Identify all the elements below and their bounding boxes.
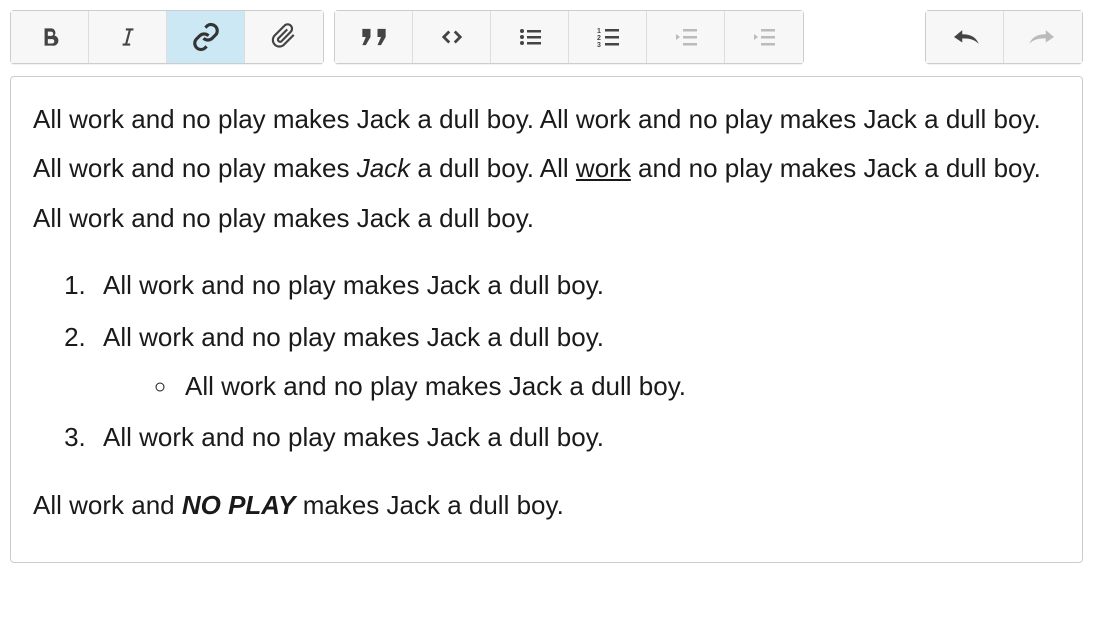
italic-text: Jack	[357, 153, 410, 183]
text-segment: a dull boy. All	[410, 153, 576, 183]
link-icon	[191, 22, 221, 52]
block-group: 123	[334, 10, 804, 64]
link-button[interactable]	[167, 11, 245, 63]
indent-button[interactable]	[725, 11, 803, 63]
bullet-list-button[interactable]	[491, 11, 569, 63]
redo-icon	[1026, 26, 1060, 48]
list-item: All work and no play makes Jack a dull b…	[93, 413, 1060, 462]
paragraph-1: All work and no play makes Jack a dull b…	[33, 95, 1060, 243]
italic-icon	[115, 24, 141, 50]
quote-button[interactable]	[335, 11, 413, 63]
ordered-list: All work and no play makes Jack a dull b…	[75, 261, 1060, 463]
svg-text:1: 1	[597, 28, 601, 35]
bold-icon	[37, 24, 63, 50]
history-group	[925, 10, 1083, 64]
text-segment: makes Jack a dull boy.	[295, 490, 563, 520]
outdent-icon	[671, 25, 701, 49]
svg-text:2: 2	[597, 35, 601, 42]
editor-toolbar: 123	[10, 10, 1083, 64]
list-item-text: All work and no play makes Jack a dull b…	[103, 322, 604, 352]
bullet-list-icon	[515, 25, 545, 49]
attachment-icon	[271, 23, 297, 51]
paragraph-2: All work and NO PLAY makes Jack a dull b…	[33, 481, 1060, 530]
text-segment: All work and	[33, 490, 182, 520]
numbered-list-icon: 123	[593, 25, 623, 49]
list-item: All work and no play makes Jack a dull b…	[93, 261, 1060, 310]
code-icon	[437, 26, 467, 48]
editor-content-area[interactable]: All work and no play makes Jack a dull b…	[10, 76, 1083, 563]
bold-button[interactable]	[11, 11, 89, 63]
bold-italic-text: NO PLAY	[182, 490, 296, 520]
list-item: All work and no play makes Jack a dull b…	[93, 313, 1060, 412]
format-group	[10, 10, 324, 64]
svg-text:3: 3	[597, 42, 601, 49]
outdent-button[interactable]	[647, 11, 725, 63]
attachment-button[interactable]	[245, 11, 323, 63]
undo-button[interactable]	[926, 11, 1004, 63]
redo-button[interactable]	[1004, 11, 1082, 63]
nested-unordered-list: All work and no play makes Jack a dull b…	[161, 362, 1060, 411]
quote-icon	[360, 26, 388, 48]
code-button[interactable]	[413, 11, 491, 63]
numbered-list-button[interactable]: 123	[569, 11, 647, 63]
list-item: All work and no play makes Jack a dull b…	[179, 362, 1060, 411]
italic-button[interactable]	[89, 11, 167, 63]
undo-icon	[948, 26, 982, 48]
underlined-text: work	[576, 153, 631, 183]
indent-icon	[749, 25, 779, 49]
